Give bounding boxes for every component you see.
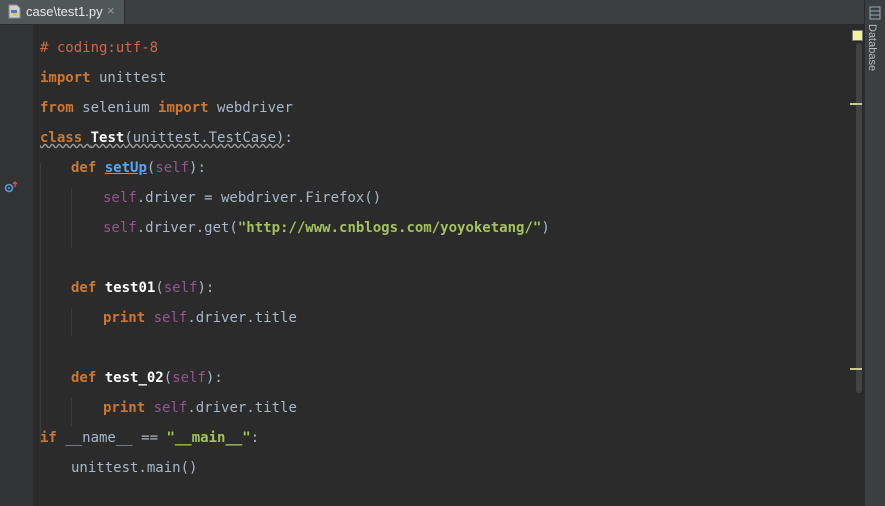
paren: (: [155, 280, 164, 296]
keyword-import: import: [158, 100, 209, 116]
override-method-icon[interactable]: [4, 181, 18, 193]
statement: unittest.main(): [71, 460, 198, 476]
paren: ):: [197, 280, 215, 296]
paren: ):: [205, 370, 223, 386]
code-editor[interactable]: # coding:utf-8 import unittest from sele…: [33, 25, 864, 506]
code-line-9: print self.driver.title: [103, 308, 297, 328]
function-name: setUp: [104, 160, 147, 176]
function-name: test_02: [104, 370, 164, 386]
keyword-if: if: [40, 430, 57, 446]
module-name: selenium: [73, 100, 159, 116]
self-param: self: [172, 370, 206, 386]
base-class: (unittest.TestCase): [124, 130, 285, 146]
keyword-def: def: [71, 280, 97, 296]
indent-guide: [40, 163, 41, 443]
tab-label: case\test1.py: [26, 4, 103, 19]
self-ref: self: [153, 400, 188, 416]
string-literal: "http://www.cnblogs.com/yoyoketang/": [237, 220, 542, 236]
statement: .driver.title: [187, 310, 297, 326]
colon: :: [250, 430, 260, 446]
self-ref: self: [153, 310, 188, 326]
indent-guide: [71, 188, 72, 248]
keyword-print: print: [103, 400, 146, 416]
indent-guide: [71, 308, 72, 336]
self-param: self: [155, 160, 190, 176]
statement: .driver = webdriver.Firefox(): [136, 190, 382, 206]
statement: .driver.title: [187, 400, 297, 416]
expression: __name__ ==: [56, 430, 167, 446]
code-line-6: self.driver = webdriver.Firefox(): [103, 188, 381, 208]
self-ref: self: [103, 190, 137, 206]
right-tool-strip: Database: [864, 0, 885, 506]
database-tool-button[interactable]: Database: [866, 24, 878, 71]
module-name: unittest: [90, 70, 167, 86]
editor-tab-bar: case\test1.py ×: [0, 0, 864, 25]
code-line-8: def test01(self):: [71, 278, 214, 298]
function-name: test01: [104, 280, 156, 296]
tab-test1-py[interactable]: case\test1.py ×: [0, 0, 125, 24]
code-line-7: self.driver.get("http://www.cnblogs.com/…: [103, 218, 550, 238]
close-icon[interactable]: ×: [107, 3, 115, 18]
warning-marker[interactable]: [850, 368, 862, 370]
vertical-scrollbar[interactable]: [856, 43, 862, 393]
code-line-11: print self.driver.title: [103, 398, 297, 418]
code-line-1: # coding:utf-8: [40, 38, 158, 58]
statement: .driver.get(: [136, 220, 238, 236]
module-name: webdriver: [208, 100, 293, 116]
colon: :: [284, 130, 293, 146]
code-line-12: if __name__ == "__main__":: [40, 428, 259, 448]
paren: ): [541, 220, 550, 236]
paren: ):: [189, 160, 206, 176]
class-declaration: class Test(unittest.TestCase): [40, 130, 284, 146]
self-ref: self: [103, 220, 137, 236]
error-stripe[interactable]: [848, 25, 864, 506]
code-line-5: def setUp(self):: [71, 158, 206, 178]
paren: (: [163, 370, 173, 386]
string-literal: "__main__": [166, 430, 251, 446]
self-param: self: [163, 280, 198, 296]
code-line-2: import unittest: [40, 68, 166, 88]
keyword-def: def: [71, 370, 97, 386]
code-line-13: unittest.main(): [71, 458, 197, 478]
inspection-status-icon[interactable]: [852, 30, 863, 41]
keyword-print: print: [103, 310, 146, 326]
keyword-import: import: [40, 70, 91, 86]
database-icon: [869, 6, 881, 20]
editor-gutter: [0, 25, 33, 506]
code-line-3: from selenium import webdriver: [40, 98, 293, 118]
python-file-icon: [8, 4, 21, 19]
code-line-10: def test_02(self):: [71, 368, 223, 388]
keyword-from: from: [40, 100, 74, 116]
keyword-class: class: [40, 130, 83, 146]
keyword-def: def: [71, 160, 97, 176]
comment: # coding:utf-8: [40, 40, 159, 56]
warning-marker[interactable]: [850, 103, 862, 105]
indent-guide: [71, 398, 72, 426]
class-name: Test: [90, 130, 125, 146]
code-line-4: class Test(unittest.TestCase):: [40, 128, 293, 148]
